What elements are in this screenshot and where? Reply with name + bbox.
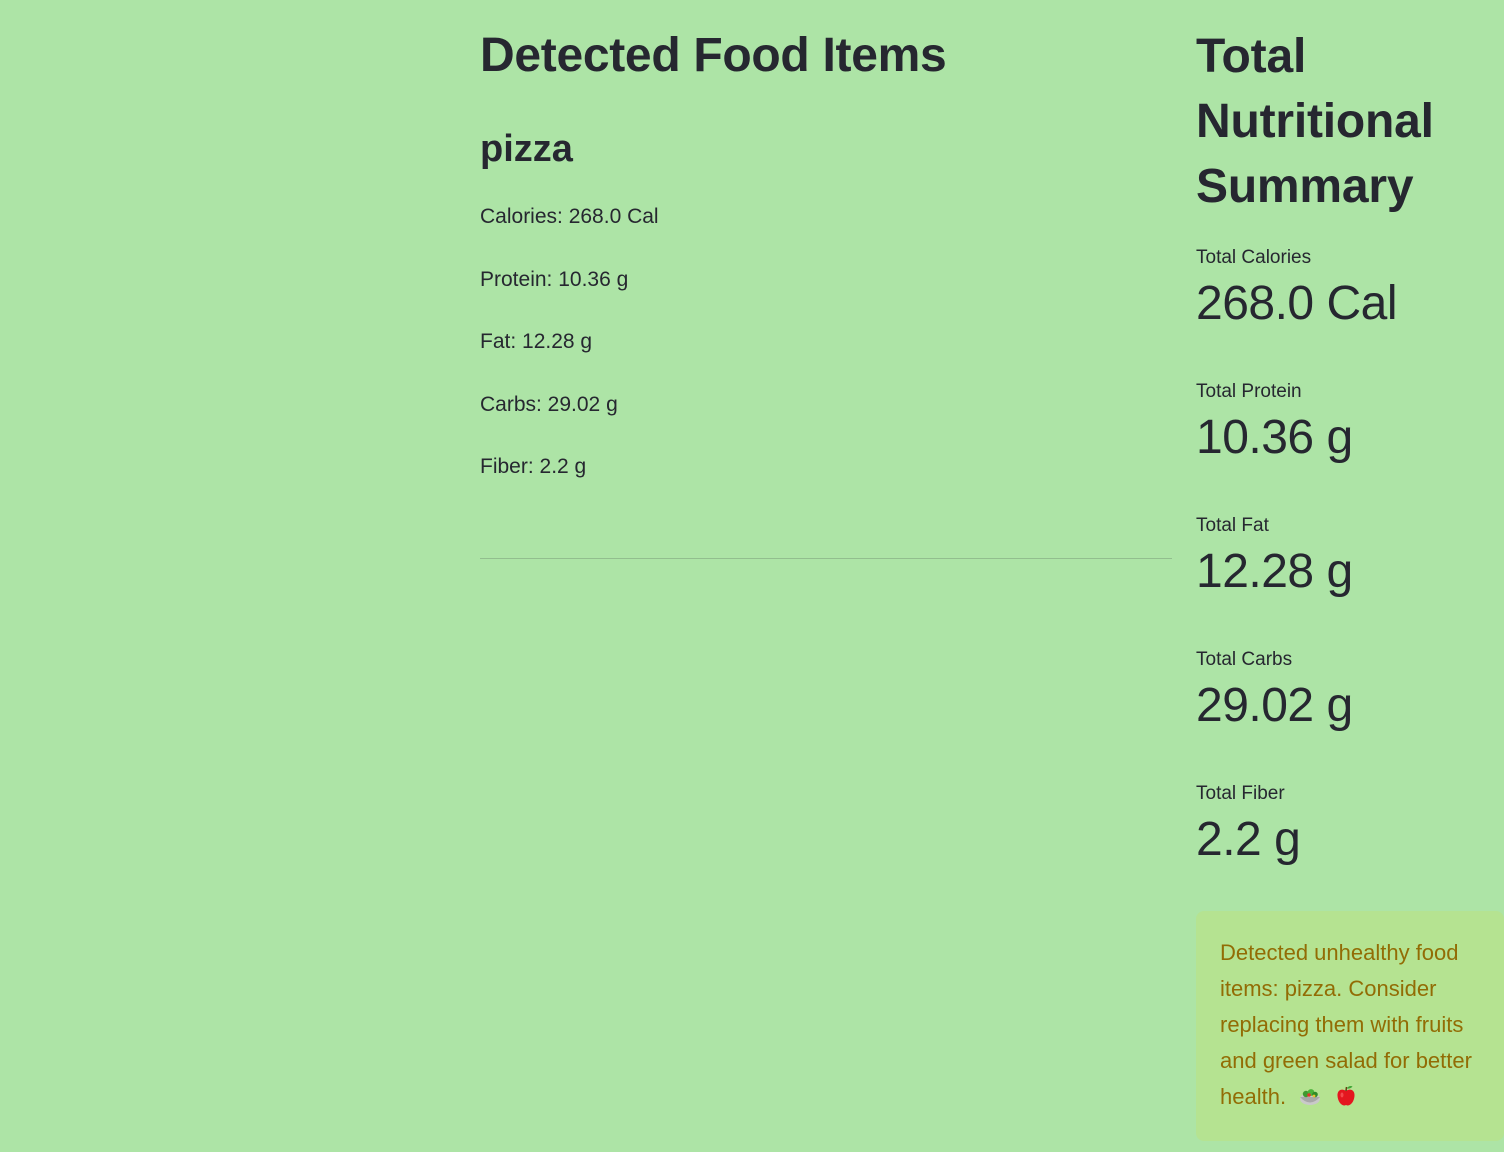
metric-label: Total Calories <box>1196 247 1312 268</box>
nutrient-protein: Protein: 10.36 g <box>480 267 629 291</box>
nutrient-list: Calories: 268.0 Cal Protein: 10.36 g Fat… <box>480 202 659 515</box>
metric-label: Total Fiber <box>1196 783 1285 804</box>
food-item-name: pizza <box>480 128 573 170</box>
nutrient-fiber: Fiber: 2.2 g <box>480 455 587 478</box>
detected-heading: Detected Food Items <box>480 29 947 82</box>
metric-total-protein: Total Protein 10.36 g <box>1196 380 1504 468</box>
metric-value: 268.0 Cal <box>1196 277 1397 330</box>
metric-value: 29.02 g <box>1196 679 1353 732</box>
metric-total-fiber: Total Fiber 2.2 g <box>1196 782 1504 870</box>
metric-label: Total Fat <box>1196 515 1269 536</box>
summary-heading: Total Nutritional Summary <box>1196 30 1434 213</box>
metric-total-fat: Total Fat 12.28 g <box>1196 514 1504 602</box>
metric-value: 2.2 g <box>1196 813 1301 866</box>
nutrient-fat: Fat: 12.28 g <box>480 330 593 353</box>
metric-label: Total Carbs <box>1196 649 1293 670</box>
metric-value: 12.28 g <box>1196 545 1353 598</box>
salad-icon <box>1298 1083 1322 1107</box>
metric-total-carbs: Total Carbs 29.02 g <box>1196 648 1504 736</box>
nutrient-carbs: Carbs: 29.02 g <box>480 392 618 416</box>
metric-total-calories: Total Calories 268.0 Cal <box>1196 246 1504 334</box>
unhealthy-food-warning: Detected unhealthy food items: pizza. Co… <box>1196 911 1504 1141</box>
metric-value: 10.36 g <box>1196 411 1353 464</box>
divider <box>480 558 1172 559</box>
metric-label: Total Protein <box>1196 381 1302 402</box>
nutrient-calories: Calories: 268.0 Cal <box>480 205 659 228</box>
app-page: Detected Food Items pizza Calories: 268.… <box>0 0 1504 1152</box>
apple-icon <box>1334 1083 1358 1107</box>
